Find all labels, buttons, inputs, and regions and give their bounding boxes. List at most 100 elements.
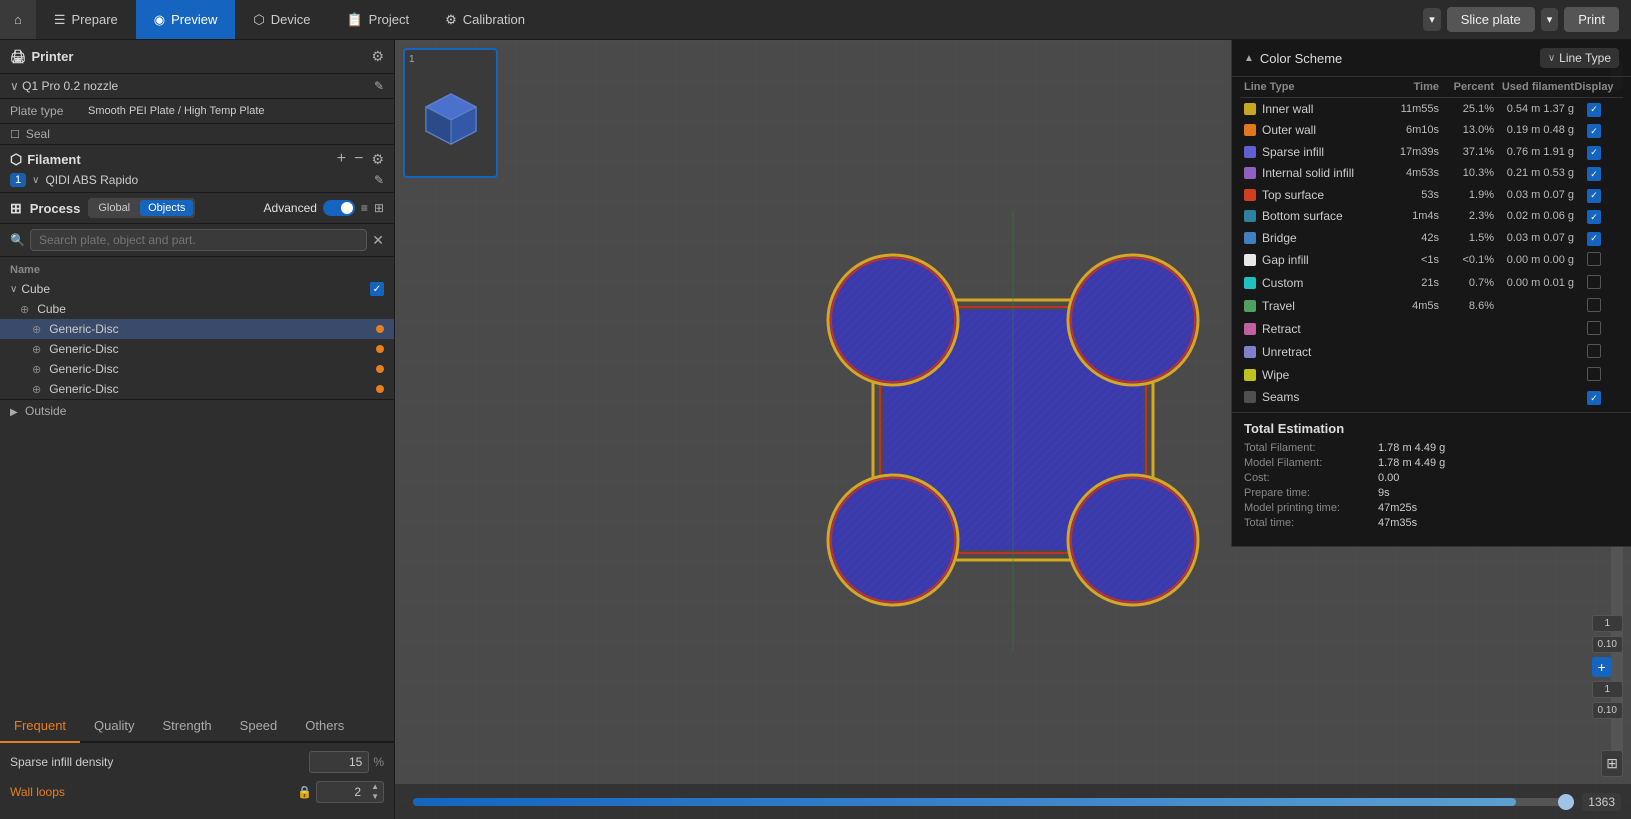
checkbox-empty[interactable] [1587,275,1601,289]
nav-calibration[interactable]: ⚙ Calibration [427,0,543,39]
color-check-6[interactable]: ✓ [1574,230,1614,246]
color-dot-8 [1244,277,1256,289]
slice-dropdown-button[interactable]: ▾ [1423,8,1441,31]
color-check-12[interactable] [1574,367,1614,384]
color-check-11[interactable] [1574,344,1614,361]
tab-frequent[interactable]: Frequent [0,710,80,743]
infill-input-group: % [309,751,384,773]
printer-edit-icon[interactable]: ✎ [374,79,384,93]
checkbox-empty[interactable] [1587,321,1601,335]
settings-section: Sparse infill density % Wall loops 🔒 ▲ [0,743,394,819]
search-input[interactable] [30,229,367,251]
checkbox-checked[interactable]: ✓ [1587,210,1601,224]
tree-item-disc-1[interactable]: ⊕ Generic-Disc [0,319,394,339]
color-check-7[interactable] [1574,252,1614,269]
infill-density-input[interactable] [309,751,369,773]
checkbox-checked[interactable]: ✓ [1587,146,1601,160]
cube-group-checkbox[interactable]: ✓ [370,282,384,296]
color-time-5: 1m4s [1374,210,1439,222]
advanced-toggle[interactable] [323,200,355,216]
filament-name[interactable]: QIDI ABS Rapido [45,173,138,187]
tree-item-disc-4[interactable]: ⊕ Generic-Disc [0,379,394,399]
process-grid-icon[interactable]: ⊞ [374,201,384,215]
object-tree: Name ∨ Cube ✓ ⊕ Cube ⊕ Generic-Disc ⊕ Ge… [0,257,394,710]
layer-progress-thumb[interactable] [1558,794,1574,810]
color-pct-2: 37.1% [1439,146,1494,158]
printer-settings-icon[interactable]: ⚙ [371,48,384,65]
nav-device[interactable]: ⬡ Device [235,0,328,39]
add-filament-button[interactable]: + [337,150,346,168]
wall-loops-input[interactable] [317,783,367,801]
objects-toggle[interactable]: Objects [140,200,193,216]
total-val-2: 0.00 [1378,472,1399,484]
thumbnail-1[interactable]: 1 [403,48,498,178]
nav-project[interactable]: 📋 Project [328,0,427,39]
spin-up-button[interactable]: ▲ [367,782,383,792]
filament-title: ⬡ Filament [10,151,81,168]
process-list-icon[interactable]: ≡ [361,201,368,215]
color-label-13: Seams [1262,390,1374,404]
color-check-2[interactable]: ✓ [1574,144,1614,160]
top-nav: ⌂ ☰ Prepare ◉ Preview ⬡ Device 📋 Project… [0,0,1631,40]
slice-plate-button[interactable]: Slice plate [1447,7,1535,32]
color-check-5[interactable]: ✓ [1574,209,1614,225]
color-label-0: Inner wall [1262,102,1374,116]
checkbox-empty[interactable] [1587,367,1601,381]
checkbox-empty[interactable] [1587,344,1601,358]
tree-item-cube-group[interactable]: ∨ Cube ✓ [0,279,394,299]
plate-type-row: Plate type Smooth PEI Plate / High Temp … [0,99,394,124]
checkbox-checked[interactable]: ✓ [1587,103,1601,117]
line-type-selector[interactable]: ∨ Line Type [1540,48,1619,68]
layer-progress-track[interactable] [413,798,1574,806]
tab-quality[interactable]: Quality [80,710,148,741]
filament-edit-icon[interactable]: ✎ [374,173,384,187]
checkbox-empty[interactable] [1587,252,1601,266]
spin-down-button[interactable]: ▼ [367,792,383,802]
color-row-6: Bridge 42s 1.5% 0.03 m 0.07 g ✓ [1240,227,1623,249]
printer-name-label: ∨ Q1 Pro 0.2 nozzle [10,79,118,93]
tab-strength[interactable]: Strength [149,710,226,741]
checkbox-checked[interactable]: ✓ [1587,232,1601,246]
checkbox-checked[interactable]: ✓ [1587,189,1601,203]
checkbox-checked[interactable]: ✓ [1587,391,1601,405]
layers-icon-button[interactable]: ⊞ [1601,750,1623,777]
color-check-8[interactable] [1574,275,1614,292]
tab-speed[interactable]: Speed [226,710,292,741]
color-panel-collapse-icon[interactable]: ▲ [1244,53,1254,64]
color-check-1[interactable]: ✓ [1574,123,1614,139]
global-toggle[interactable]: Global [90,200,138,216]
color-check-0[interactable]: ✓ [1574,101,1614,117]
checkbox-checked[interactable]: ✓ [1587,167,1601,181]
layer-step-2: 0.10 [1592,702,1623,719]
color-used-0: 0.54 m 1.37 g [1494,103,1574,115]
print-dropdown-button[interactable]: ▾ [1541,8,1559,31]
filament-settings-icon[interactable]: ⚙ [371,151,384,168]
print-button[interactable]: Print [1564,7,1619,32]
seal-checkbox[interactable]: ☐ [10,128,20,141]
color-check-10[interactable] [1574,321,1614,338]
total-key-2: Cost: [1244,472,1374,484]
tree-item-cube-part[interactable]: ⊕ Cube [0,299,394,319]
layer-plus-button[interactable]: + [1592,657,1612,677]
tab-others[interactable]: Others [291,710,358,741]
tree-item-disc-2[interactable]: ⊕ Generic-Disc [0,339,394,359]
wall-lock-icon[interactable]: 🔒 [297,785,312,799]
color-check-4[interactable]: ✓ [1574,187,1614,203]
home-button[interactable]: ⌂ [0,0,36,39]
nav-preview[interactable]: ◉ Preview [136,0,236,39]
nav-prepare[interactable]: ☰ Prepare [36,0,136,39]
total-val-1: 1.78 m 4.49 g [1378,457,1445,469]
color-used-3: 0.21 m 0.53 g [1494,167,1574,179]
color-check-9[interactable] [1574,298,1614,315]
checkbox-empty[interactable] [1587,298,1601,312]
checkbox-checked[interactable]: ✓ [1587,124,1601,138]
printer-name-row[interactable]: ∨ Q1 Pro 0.2 nozzle ✎ [0,74,394,99]
color-check-3[interactable]: ✓ [1574,166,1614,182]
search-clear-icon[interactable]: ✕ [372,232,384,249]
wall-loops-row: Wall loops 🔒 ▲ ▼ [10,781,384,803]
color-check-13[interactable]: ✓ [1574,390,1614,406]
color-dot-7 [1244,254,1256,266]
remove-filament-button[interactable]: − [354,150,363,168]
tree-item-disc-3[interactable]: ⊕ Generic-Disc [0,359,394,379]
color-label-1: Outer wall [1262,123,1374,137]
